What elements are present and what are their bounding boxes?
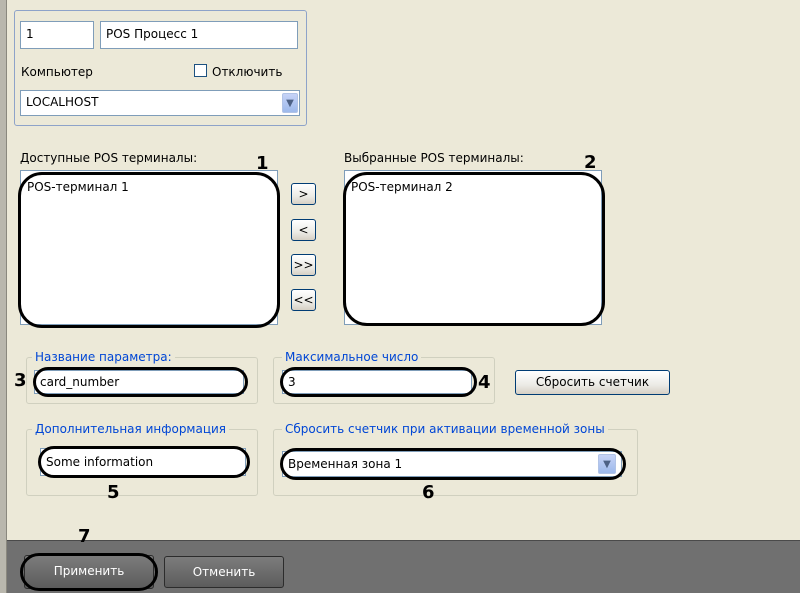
max-number-label: Максимальное число	[282, 350, 422, 364]
available-terminals-label: Доступные POS терминалы:	[20, 151, 198, 165]
selected-terminals-label: Выбранные POS терминалы:	[344, 151, 524, 165]
computer-select[interactable]: LOCALHOST	[20, 90, 300, 116]
apply-button[interactable]: Применить	[24, 555, 154, 589]
available-terminals-list[interactable]: POS-терминал 1	[20, 170, 278, 325]
max-number-input[interactable]: 3	[282, 370, 472, 394]
marker-number-3: 3	[14, 370, 27, 391]
time-zone-dropdown-arrow[interactable]: ▼	[598, 454, 616, 474]
list-item[interactable]: POS-терминал 2	[351, 179, 595, 195]
move-left-button[interactable]: <	[291, 219, 316, 241]
reset-counter-button[interactable]: Сбросить счетчик	[515, 370, 670, 395]
computer-label: Компьютер	[21, 65, 93, 79]
cancel-button[interactable]: Отменить	[164, 556, 284, 588]
param-name-input[interactable]: card_number	[34, 370, 244, 394]
marker-number-4: 4	[478, 372, 491, 393]
reset-on-zone-label: Сбросить счетчик при активации временной…	[282, 422, 608, 436]
param-name-label: Название параметра:	[32, 350, 175, 364]
object-name-field[interactable]: POS Процесс 1	[100, 21, 298, 49]
selected-terminals-list[interactable]: POS-терминал 2	[344, 170, 602, 325]
chevron-down-icon: ▼	[286, 97, 294, 109]
disable-checkbox[interactable]	[194, 64, 207, 77]
marker-number-7: 7	[78, 526, 91, 547]
move-all-left-button[interactable]: <<	[291, 289, 316, 311]
move-right-button[interactable]: >	[291, 183, 316, 205]
extra-info-input[interactable]: Some information	[40, 448, 246, 476]
marker-number-5: 5	[107, 482, 120, 503]
marker-number-6: 6	[422, 482, 435, 503]
left-frame-edge	[0, 0, 7, 593]
disable-label: Отключить	[212, 65, 283, 79]
time-zone-select[interactable]: Временная зона 1	[282, 451, 622, 477]
list-item[interactable]: POS-терминал 1	[27, 179, 271, 195]
move-all-right-button[interactable]: >>	[291, 254, 316, 276]
chevron-down-icon: ▼	[603, 458, 611, 470]
marker-number-1: 1	[256, 153, 269, 174]
object-id-field[interactable]: 1	[20, 21, 94, 49]
marker-number-2: 2	[584, 152, 597, 173]
extra-info-label: Дополнительная информация	[32, 422, 230, 436]
computer-dropdown-arrow[interactable]: ▼	[282, 93, 298, 113]
